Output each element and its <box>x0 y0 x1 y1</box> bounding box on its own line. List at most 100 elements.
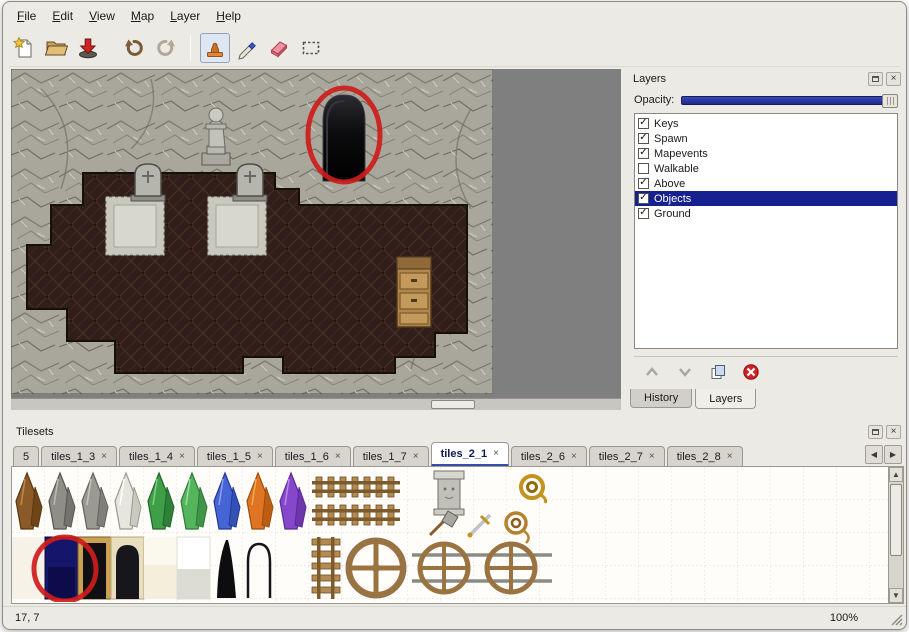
tileset-tab-5[interactable]: 5 <box>13 446 39 466</box>
menu-help[interactable]: Help <box>208 6 249 26</box>
tileset-canvas[interactable] <box>12 467 888 602</box>
layer-checkbox[interactable]: ✓ <box>638 193 649 204</box>
tab-close-icon[interactable]: × <box>179 451 185 462</box>
layer-checkbox[interactable]: ✓ <box>638 118 649 129</box>
tilesets-close-button[interactable]: × <box>886 425 901 439</box>
layer-checkbox[interactable]: ✓ <box>638 178 649 189</box>
map-render <box>11 69 621 398</box>
tab-scroll-buttons: ◀ ▶ <box>865 445 902 464</box>
tab-close-icon[interactable]: × <box>335 451 341 462</box>
layer-checkbox[interactable]: ✓ <box>638 148 649 159</box>
statue-column-tile <box>434 471 464 515</box>
tab-close-icon[interactable]: × <box>413 451 419 462</box>
map-hscroll-thumb[interactable] <box>431 400 475 409</box>
tilesets-panel-title: Tilesets <box>16 426 865 438</box>
cursor-position: 17, 7 <box>15 612 39 624</box>
tilesets-float-button[interactable] <box>868 425 883 439</box>
tileset-tab-tiles_1_3[interactable]: tiles_1_3 × <box>41 446 117 466</box>
menu-map[interactable]: Map <box>123 6 162 26</box>
stamp-tool-icon <box>203 36 227 60</box>
layers-panel-titlebar: Layers × <box>628 69 904 88</box>
tileset-tab-bar: 5 tiles_1_3 × tiles_1_4 × tiles_1_5 × ti… <box>11 441 904 467</box>
resize-grip[interactable] <box>890 613 903 626</box>
duplicate-layer-button[interactable] <box>708 362 728 382</box>
tileset-tab-tiles_2_1[interactable]: tiles_2_1 × <box>431 442 509 466</box>
tileset-content: ▲ ▼ <box>11 467 904 604</box>
close-icon: × <box>891 74 897 84</box>
tileset-tab-tiles_2_7[interactable]: tiles_2_7 × <box>589 446 665 466</box>
opacity-slider[interactable] <box>681 96 898 105</box>
eraser-tool-button[interactable] <box>264 33 294 63</box>
layer-name: Mapevents <box>654 148 708 160</box>
layer-row-objects[interactable]: ✓ Objects <box>635 191 897 206</box>
lower-layer-button[interactable] <box>675 362 695 382</box>
redo-icon <box>154 36 178 60</box>
menu-view[interactable]: View <box>81 6 123 26</box>
layer-checkbox[interactable]: ✓ <box>638 208 649 219</box>
tab-close-icon[interactable]: × <box>101 451 107 462</box>
layer-row-keys[interactable]: ✓ Keys <box>635 116 897 131</box>
layer-checkbox[interactable]: ✓ <box>638 133 649 144</box>
tab-close-icon[interactable]: × <box>571 451 577 462</box>
layer-row-spawn[interactable]: ✓ Spawn <box>635 131 897 146</box>
layers-panel-tabs: History Layers <box>630 389 759 410</box>
tileset-tab-tiles_2_6[interactable]: tiles_2_6 × <box>511 446 587 466</box>
layers-close-button[interactable]: × <box>886 72 901 86</box>
tab-close-icon[interactable]: × <box>727 451 733 462</box>
raise-layer-button[interactable] <box>642 362 662 382</box>
layer-row-ground[interactable]: ✓ Ground <box>635 206 897 221</box>
opacity-label: Opacity: <box>634 94 674 106</box>
tilesets-panel-titlebar: Tilesets × <box>11 422 904 441</box>
wooden-cabinet <box>397 257 431 327</box>
layer-actions <box>634 356 898 384</box>
brush-tool-button[interactable] <box>232 33 262 63</box>
redo-button[interactable] <box>151 33 181 63</box>
tileset-tab-tiles_2_8[interactable]: tiles_2_8 × <box>667 446 743 466</box>
layers-float-button[interactable] <box>868 72 883 86</box>
layer-name: Ground <box>654 208 691 220</box>
menu-file[interactable]: File <box>9 6 44 26</box>
close-icon: × <box>891 427 897 437</box>
layer-row-above[interactable]: ✓ Above <box>635 176 897 191</box>
tileset-tab-tiles_1_5[interactable]: tiles_1_5 × <box>197 446 273 466</box>
scroll-down-button[interactable]: ▼ <box>889 588 903 603</box>
toolbar <box>9 29 900 67</box>
scroll-up-button[interactable]: ▲ <box>889 467 903 482</box>
tab-close-icon[interactable]: × <box>649 451 655 462</box>
delete-layer-button[interactable] <box>741 362 761 382</box>
vscroll-thumb[interactable] <box>890 484 902 556</box>
raise-layer-icon <box>643 363 661 381</box>
float-icon <box>872 76 879 82</box>
layer-list[interactable]: ✓ Keys ✓ Spawn ✓ Mapevents Walkable ✓ Ab… <box>634 113 898 349</box>
map-canvas[interactable] <box>11 69 621 410</box>
tab-scroll-left-button[interactable]: ◀ <box>865 445 883 464</box>
lower-layer-icon <box>676 363 694 381</box>
tileset-vscrollbar[interactable]: ▲ ▼ <box>888 467 903 603</box>
menu-edit[interactable]: Edit <box>44 6 81 26</box>
opacity-slider-handle[interactable] <box>882 94 898 108</box>
tab-history[interactable]: History <box>630 389 692 408</box>
wheel-track-tile <box>346 538 406 598</box>
tab-close-icon[interactable]: × <box>493 448 499 459</box>
open-button[interactable] <box>41 33 71 63</box>
stamp-tool-button[interactable] <box>200 33 230 63</box>
tileset-tab-tiles_1_4[interactable]: tiles_1_4 × <box>119 446 195 466</box>
layers-panel-title: Layers <box>633 73 865 85</box>
marquee-select-button[interactable] <box>296 33 326 63</box>
tab-scroll-right-button[interactable]: ▶ <box>884 445 902 464</box>
map-hscrollbar[interactable] <box>11 398 621 410</box>
undo-button[interactable] <box>119 33 149 63</box>
save-icon <box>76 36 100 60</box>
menu-layer[interactable]: Layer <box>162 6 208 26</box>
tileset-tab-tiles_1_6[interactable]: tiles_1_6 × <box>275 446 351 466</box>
new-file-button[interactable] <box>9 33 39 63</box>
layer-checkbox[interactable] <box>638 163 649 174</box>
save-button[interactable] <box>73 33 103 63</box>
grave-platform-right <box>208 197 266 255</box>
tileset-tab-tiles_1_7[interactable]: tiles_1_7 × <box>353 446 429 466</box>
tab-close-icon[interactable]: × <box>257 451 263 462</box>
tab-layers[interactable]: Layers <box>695 389 756 409</box>
layer-row-mapevents[interactable]: ✓ Mapevents <box>635 146 897 161</box>
layer-row-walkable[interactable]: Walkable <box>635 161 897 176</box>
status-bar: 17, 7 100% <box>3 606 906 629</box>
